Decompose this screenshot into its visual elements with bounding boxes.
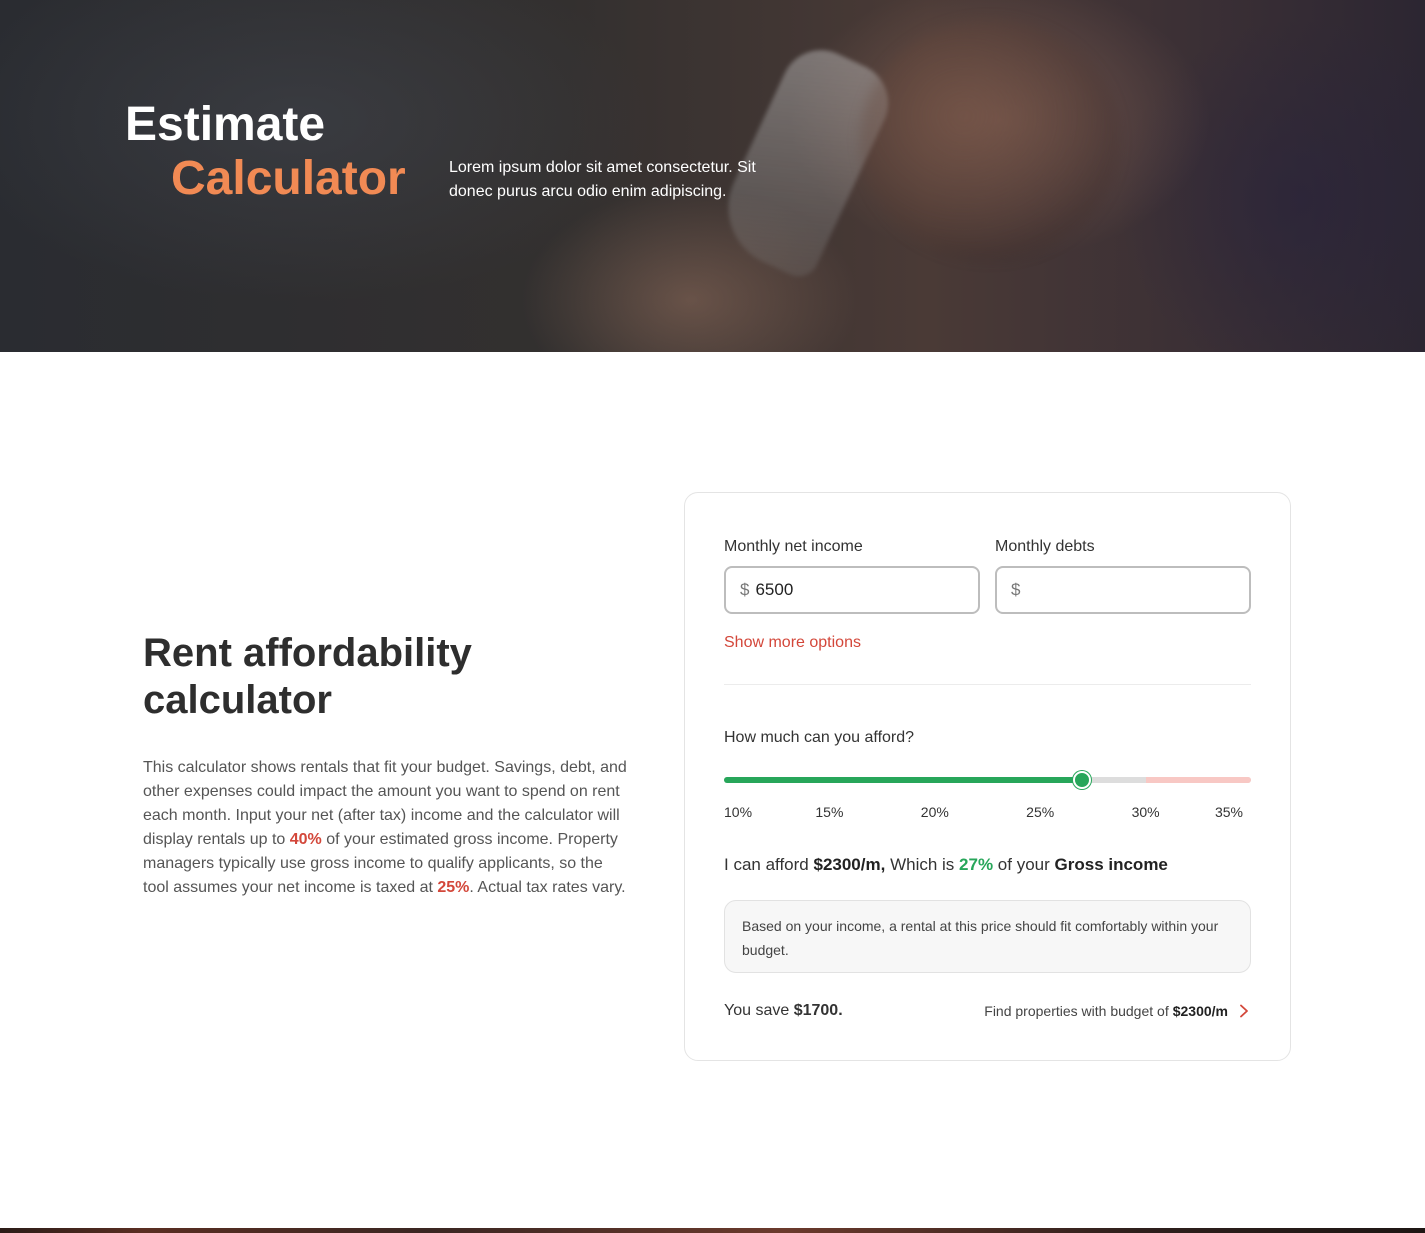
- intro-text-3: . Actual tax rates vary.: [469, 879, 626, 896]
- income-input-value[interactable]: 6500: [755, 580, 793, 600]
- slider-tick-label: 35%: [1214, 804, 1243, 820]
- slider-tick-label: 15%: [815, 804, 844, 820]
- slider-tick-label: 20%: [920, 804, 949, 820]
- result-middle: Which is: [890, 855, 955, 874]
- debts-field[interactable]: $: [995, 566, 1251, 614]
- result-prefix: I can afford: [724, 855, 809, 874]
- slider-tick-label: 10%: [724, 804, 753, 820]
- debts-currency-symbol: $: [1011, 580, 1021, 599]
- hero-title-line-1: Estimate: [125, 98, 326, 151]
- intro-highlight-25: 25%: [437, 879, 470, 896]
- calculator-card: Monthly net income $ 6500 Monthly debts …: [684, 492, 1291, 1061]
- debts-label: Monthly debts: [995, 538, 1095, 555]
- slider-handle[interactable]: [1073, 771, 1092, 789]
- intro-highlight-40: 40%: [289, 831, 322, 848]
- chevron-right-icon: [1240, 1004, 1248, 1018]
- show-more-options-link[interactable]: Show more options: [724, 634, 861, 652]
- income-currency-symbol: $: [740, 580, 750, 599]
- hero-title: Estimate Calculator: [125, 98, 406, 206]
- hero-subtitle: Lorem ipsum dolor sit amet consectetur. …: [449, 159, 756, 200]
- income-field[interactable]: $ 6500: [724, 566, 980, 614]
- result-basis: Gross income: [1054, 855, 1168, 874]
- slider-fill: [724, 777, 1083, 783]
- save-amount: $1700.: [793, 1002, 843, 1019]
- intro-paragraph: This calculator shows rentals that fit y…: [143, 756, 628, 900]
- hero-background-hand-image: [860, 20, 1120, 260]
- find-properties-link[interactable]: Find properties with budget of $2300/m: [984, 1003, 1250, 1019]
- find-properties-amount: $2300/m: [1172, 1003, 1228, 1019]
- budget-note: Based on your income, a rental at this p…: [724, 900, 1251, 973]
- slider-tick-label: 25%: [1026, 804, 1055, 820]
- page: Estimate Calculator Lorem ipsum dolor si…: [0, 0, 1425, 1233]
- income-label: Monthly net income: [724, 538, 863, 555]
- result-middle-2: of your: [997, 855, 1050, 874]
- save-prefix: You save: [724, 1002, 790, 1019]
- intro-section: Rent affordability calculator This calcu…: [143, 630, 628, 900]
- afford-question: How much can you afford?: [724, 729, 915, 746]
- affordability-slider[interactable]: [724, 771, 1251, 789]
- divider: [724, 684, 1251, 685]
- savings-text: You save $1700.: [724, 1002, 843, 1020]
- affordability-result: I can afford $2300/m, Which is 27% of yo…: [724, 855, 1168, 875]
- slider-over-budget-range: [1145, 777, 1251, 783]
- slider-tick-labels: 10% 15% 20% 25% 30% 35%: [724, 804, 1251, 822]
- result-percent: 27%: [959, 855, 994, 874]
- find-properties-label: Find properties with budget of: [984, 1003, 1169, 1019]
- section-heading: Rent affordability calculator: [143, 631, 472, 722]
- footer-image-strip: [0, 1228, 1425, 1233]
- hero-title-line-2: Calculator: [171, 152, 406, 205]
- hero-banner: Estimate Calculator Lorem ipsum dolor si…: [0, 0, 1425, 352]
- result-amount: $2300/m,: [813, 855, 886, 874]
- slider-tick-label: 30%: [1131, 804, 1160, 820]
